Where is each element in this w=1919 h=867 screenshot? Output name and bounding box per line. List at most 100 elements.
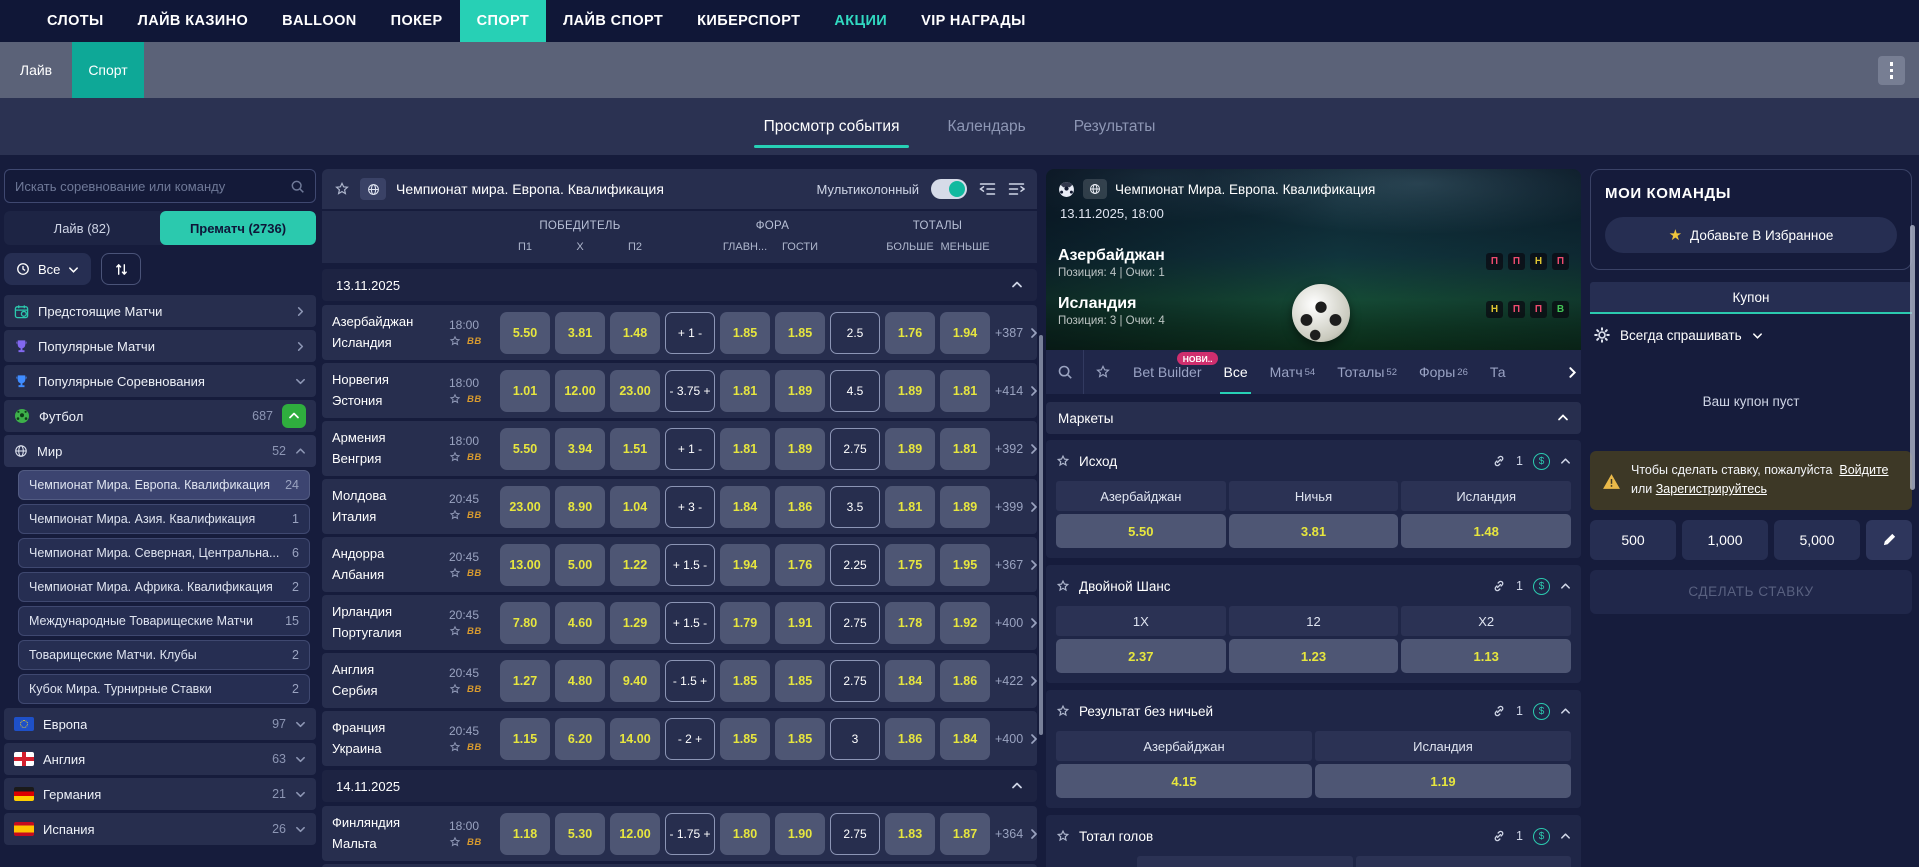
odds-button[interactable]: 1.76 bbox=[885, 311, 935, 354]
top-nav-item[interactable]: КИБЕРСПОРТ bbox=[680, 0, 817, 42]
sidebar-quick-link[interactable]: Популярные Соревнования bbox=[4, 365, 316, 397]
link-icon[interactable] bbox=[1492, 704, 1506, 718]
stake-preset-button[interactable]: 500 bbox=[1590, 519, 1676, 560]
odds-button[interactable]: 1.78 bbox=[885, 601, 935, 644]
odds-button[interactable]: 3.81 bbox=[1228, 514, 1399, 548]
odds-button[interactable]: 1.86 bbox=[885, 717, 935, 760]
sidebar-item-world[interactable]: Мир 52 bbox=[4, 435, 316, 467]
sidebar-country-item[interactable]: Испания 26 bbox=[4, 813, 316, 845]
odds-button[interactable]: 1.89 bbox=[885, 427, 935, 470]
odds-button[interactable]: 1.92 bbox=[940, 601, 990, 644]
odds-button[interactable]: 1.81 bbox=[885, 485, 935, 528]
odds-button[interactable]: 1.87 bbox=[940, 812, 990, 855]
odds-button[interactable]: 1.23 bbox=[1228, 639, 1399, 673]
odds-button[interactable]: + 1.5 - bbox=[665, 543, 715, 586]
search-icon[interactable] bbox=[1046, 350, 1084, 394]
chevron-up-icon[interactable] bbox=[1560, 706, 1571, 717]
star-icon[interactable] bbox=[449, 836, 461, 848]
sidebar-league-item[interactable]: Чемпионат Мира. Африка. Квалификация 2 bbox=[18, 572, 310, 602]
odds-button[interactable]: 1.84 bbox=[940, 717, 990, 760]
chevron-right-icon[interactable] bbox=[1028, 327, 1037, 339]
star-icon[interactable] bbox=[334, 181, 350, 197]
odds-button[interactable]: 1.81 bbox=[720, 369, 770, 412]
odds-button[interactable]: - 1.5 + bbox=[665, 659, 715, 702]
sidebar-quick-link[interactable]: Предстоящие Матчи bbox=[4, 295, 316, 327]
odds-button[interactable]: 2.75 bbox=[830, 601, 880, 644]
odds-button[interactable]: 1.75 bbox=[885, 543, 935, 586]
stake-preset-button[interactable]: 1,000 bbox=[1682, 519, 1768, 560]
sidebar-league-item[interactable]: Международные Товарищеские Матчи 15 bbox=[18, 606, 310, 636]
odds-button[interactable]: 9.40 bbox=[610, 659, 660, 702]
odds-button[interactable]: 2.75 bbox=[830, 812, 880, 855]
tab-live[interactable]: Лайв (82) bbox=[4, 211, 160, 245]
subnav-tab[interactable]: Спорт bbox=[72, 42, 144, 98]
odds-button[interactable]: 1.89 bbox=[775, 427, 825, 470]
sidebar-league-item[interactable]: Товарищеские Матчи. Клубы 2 bbox=[18, 640, 310, 670]
detail-tab[interactable]: Матч 54 bbox=[1259, 350, 1327, 394]
odds-button[interactable]: 1.86 bbox=[775, 485, 825, 528]
odds-button[interactable]: 1.84 bbox=[720, 485, 770, 528]
link-icon[interactable] bbox=[1492, 579, 1506, 593]
odds-button[interactable]: 1.89 bbox=[940, 485, 990, 528]
page-tab[interactable]: Просмотр события bbox=[753, 98, 910, 155]
star-icon[interactable] bbox=[1056, 454, 1070, 468]
date-group-header[interactable]: 13.11.2025 bbox=[322, 269, 1037, 301]
odds-button[interactable]: 7.80 bbox=[500, 601, 550, 644]
odds-button[interactable]: 5.50 bbox=[1056, 514, 1226, 548]
top-nav-item[interactable]: СПОРТ bbox=[459, 0, 547, 42]
star-icon[interactable] bbox=[449, 683, 461, 695]
top-nav-item[interactable]: VIP НАГРАДЫ bbox=[904, 0, 1043, 42]
sidebar-league-item[interactable]: Чемпионат Мира. Северная, Центральна... … bbox=[18, 538, 310, 568]
odds-button[interactable]: - 1.75 + bbox=[665, 812, 715, 855]
time-filter-dropdown[interactable]: Все bbox=[4, 253, 92, 285]
detail-tab[interactable]: Форы 26 bbox=[1408, 350, 1479, 394]
chevron-up-icon[interactable] bbox=[1560, 456, 1571, 467]
collapse-columns-icon[interactable] bbox=[979, 182, 996, 196]
odds-button[interactable]: 4.5 bbox=[830, 369, 880, 412]
link-icon[interactable] bbox=[1492, 454, 1506, 468]
odds-button[interactable]: 2.75 bbox=[830, 659, 880, 702]
odds-button[interactable]: 1.15 bbox=[500, 717, 550, 760]
page-tab[interactable]: Календарь bbox=[943, 98, 1029, 155]
dollar-icon[interactable]: $ bbox=[1533, 577, 1550, 595]
odds-button[interactable]: 13.00 bbox=[500, 543, 550, 586]
odds-button[interactable]: 1.85 bbox=[775, 717, 825, 760]
add-favorites-button[interactable]: ★ Добавьте В Избранное bbox=[1605, 217, 1897, 253]
odds-button[interactable]: 2.5 bbox=[830, 311, 880, 354]
odds-button[interactable]: 1.18 bbox=[500, 812, 550, 855]
odds-button[interactable]: 1.19 bbox=[1315, 764, 1571, 798]
detail-tab[interactable]: Все bbox=[1212, 350, 1258, 394]
odds-button[interactable]: 3.5 bbox=[830, 485, 880, 528]
chevron-right-icon[interactable] bbox=[1028, 443, 1037, 455]
chevron-up-icon[interactable] bbox=[1560, 831, 1571, 842]
events-scrollbar[interactable] bbox=[1039, 335, 1043, 735]
event-row[interactable]: Андорра Албания 20:45 BB 13.00 5.00 1.22 + … bbox=[322, 537, 1037, 592]
star-icon[interactable] bbox=[1056, 579, 1070, 593]
odds-button[interactable]: 23.00 bbox=[610, 369, 660, 412]
odds-button[interactable]: 4.80 bbox=[555, 659, 605, 702]
odds-button[interactable]: 1.48 bbox=[610, 311, 660, 354]
expand-columns-icon[interactable] bbox=[1008, 182, 1025, 196]
link-icon[interactable] bbox=[1492, 829, 1506, 843]
odds-button[interactable]: 12.00 bbox=[555, 369, 605, 412]
chevron-right-icon[interactable] bbox=[1028, 828, 1037, 840]
betslip-scrollbar[interactable] bbox=[1910, 225, 1915, 490]
stake-preset-button[interactable]: 5,000 bbox=[1774, 519, 1860, 560]
login-link[interactable]: Войдите bbox=[1839, 463, 1888, 477]
odds-button[interactable]: 1.81 bbox=[940, 427, 990, 470]
event-row[interactable]: Норвегия Эстония 18:00 BB 1.01 12.00 23.00 … bbox=[322, 363, 1037, 418]
chevron-right-icon[interactable] bbox=[1028, 617, 1037, 629]
odds-button[interactable]: 23.00 bbox=[500, 485, 550, 528]
detail-tab[interactable]: Bet Builder НОВИ.. bbox=[1122, 350, 1219, 394]
star-icon[interactable] bbox=[449, 625, 461, 637]
coupon-tab[interactable]: Купон bbox=[1590, 282, 1912, 314]
odds-button[interactable]: 1.85 bbox=[775, 311, 825, 354]
odds-button[interactable]: 1.85 bbox=[720, 717, 770, 760]
event-row[interactable]: Финляндия Мальта 18:00 BB 1.18 5.30 12.00 -… bbox=[322, 806, 1037, 861]
odds-button[interactable]: 2.25 bbox=[830, 543, 880, 586]
odds-button[interactable]: 5.30 bbox=[555, 812, 605, 855]
odds-button[interactable]: 1.89 bbox=[775, 369, 825, 412]
star-icon[interactable] bbox=[1056, 829, 1070, 843]
odds-button[interactable]: 1.83 bbox=[885, 812, 935, 855]
odds-button[interactable]: 1.51 bbox=[610, 427, 660, 470]
